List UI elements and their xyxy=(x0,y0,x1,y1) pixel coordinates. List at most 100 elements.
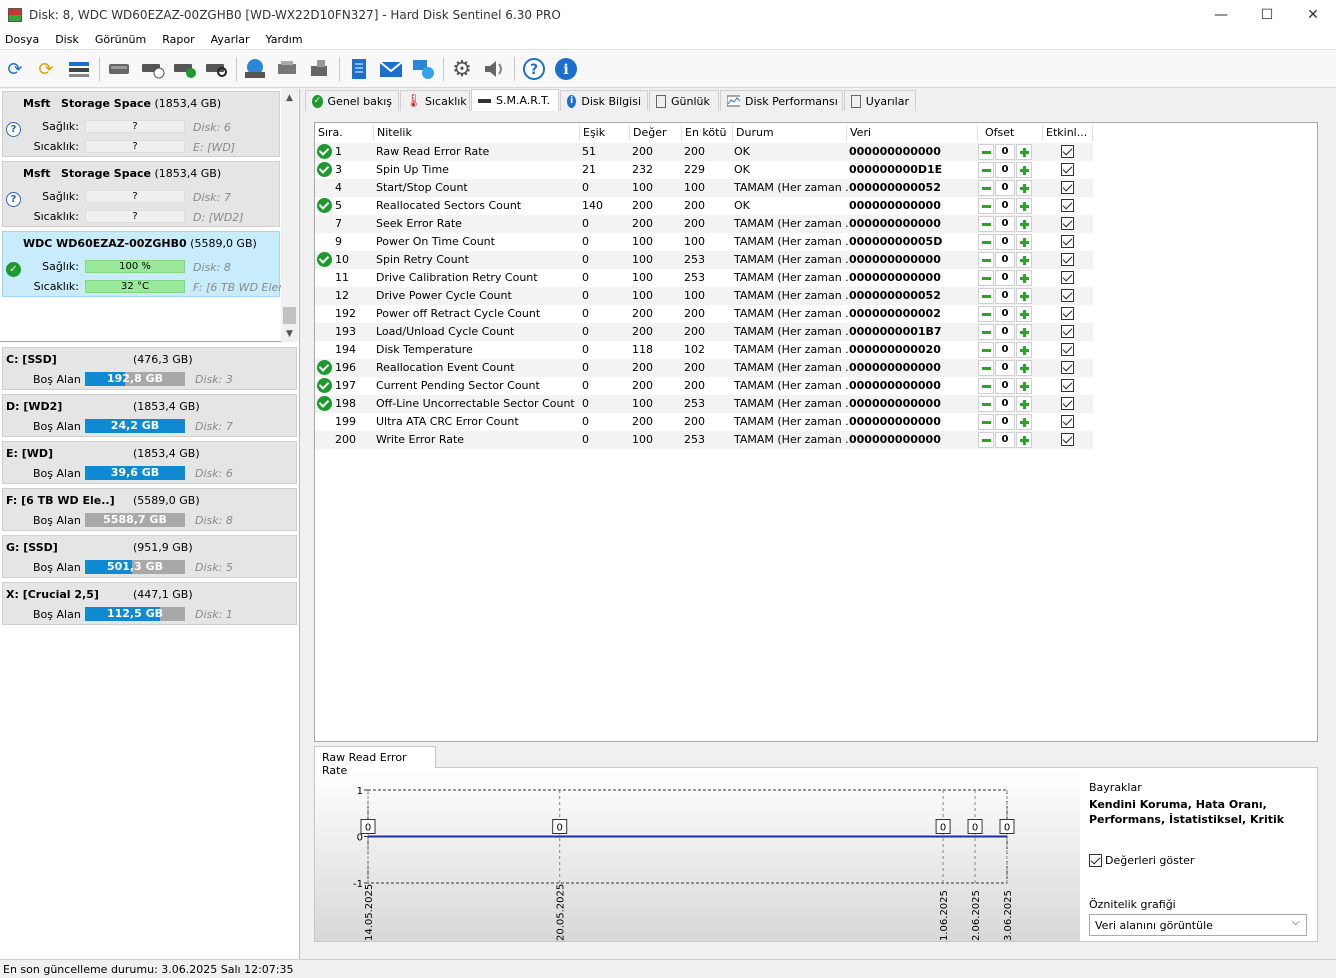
volume-card[interactable]: D: [WD2] (1853,4 GB) Boş Alan 24,2 GB Disk: … xyxy=(2,394,297,437)
disk-icon[interactable] xyxy=(106,56,132,82)
disk-card[interactable]: Msft Storage Space (1853,4 GB) ? Sağlık:… xyxy=(2,161,280,227)
column-header-threshold[interactable]: Eşik xyxy=(583,126,605,139)
notepad-icon[interactable] xyxy=(346,56,372,82)
plus-icon[interactable] xyxy=(1016,180,1032,196)
minus-icon[interactable] xyxy=(978,414,994,430)
smart-row[interactable]: 12 Drive Power Cycle Count 0 100 100 TAMAM (H… xyxy=(315,287,1093,305)
offset-value[interactable]: 0 xyxy=(995,252,1015,268)
enabled-checkbox[interactable] xyxy=(1061,181,1074,194)
smart-row[interactable]: 198 Off-Line Uncorrectable Sector Count 0 1… xyxy=(315,395,1093,413)
smart-row[interactable]: 199 Ultra ATA CRC Error Count 0 200 200 TAMAM… xyxy=(315,413,1093,431)
enabled-checkbox[interactable] xyxy=(1061,433,1074,446)
disk-list-scrollbar[interactable]: ▲ ▼ xyxy=(281,89,298,342)
plus-icon[interactable] xyxy=(1016,162,1032,178)
refresh-warning-icon[interactable]: ⟳ xyxy=(33,56,59,82)
globe-disk-icon[interactable] xyxy=(242,56,268,82)
plus-icon[interactable] xyxy=(1016,288,1032,304)
offset-value[interactable]: 0 xyxy=(995,270,1015,286)
speaker-icon[interactable] xyxy=(481,56,507,82)
offset-value[interactable]: 0 xyxy=(995,342,1015,358)
disk-card[interactable]: Msft Storage Space (1853,4 GB) ? Sağlık:… xyxy=(2,91,280,157)
tab-smart[interactable]: S.M.A.R.T. xyxy=(471,89,559,111)
minus-icon[interactable] xyxy=(978,288,994,304)
gear-icon[interactable]: ⚙ xyxy=(449,56,475,82)
plus-icon[interactable] xyxy=(1016,360,1032,376)
enabled-checkbox[interactable] xyxy=(1061,361,1074,374)
offset-value[interactable]: 0 xyxy=(995,234,1015,250)
smart-row[interactable]: 9 Power On Time Count 0 100 100 TAMAM (Her za… xyxy=(315,233,1093,251)
offset-value[interactable]: 0 xyxy=(995,144,1015,160)
enabled-checkbox[interactable] xyxy=(1061,379,1074,392)
tab-alerts[interactable]: Uyarılar xyxy=(844,90,916,111)
column-header-offset[interactable]: Ofset xyxy=(985,126,1014,139)
info-icon[interactable]: i xyxy=(553,56,579,82)
minus-icon[interactable] xyxy=(978,378,994,394)
offset-value[interactable]: 0 xyxy=(995,306,1015,322)
minus-icon[interactable] xyxy=(978,144,994,160)
plus-icon[interactable] xyxy=(1016,378,1032,394)
smart-row[interactable]: 7 Seek Error Rate 0 200 200 TAMAM (Her zaman … xyxy=(315,215,1093,233)
offset-value[interactable]: 0 xyxy=(995,414,1015,430)
offset-value[interactable]: 0 xyxy=(995,396,1015,412)
minus-icon[interactable] xyxy=(978,234,994,250)
plus-icon[interactable] xyxy=(1016,270,1032,286)
tab-attribute-graph[interactable]: Raw Read Error Rate xyxy=(314,746,436,777)
smart-row[interactable]: 196 Reallocation Event Count 0 200 200 TAMAM … xyxy=(315,359,1093,377)
plus-icon[interactable] xyxy=(1016,198,1032,214)
plus-icon[interactable] xyxy=(1016,216,1032,232)
offset-value[interactable]: 0 xyxy=(995,360,1015,376)
plus-icon[interactable] xyxy=(1016,342,1032,358)
menu-file[interactable]: Dosya xyxy=(0,33,50,46)
offset-value[interactable]: 0 xyxy=(995,180,1015,196)
enabled-checkbox[interactable] xyxy=(1061,325,1074,338)
tab-log[interactable]: Günlük xyxy=(649,90,719,111)
volume-card[interactable]: X: [Crucial 2,5] (447,1 GB) Boş Alan 112,5 … xyxy=(2,582,297,625)
enabled-checkbox[interactable] xyxy=(1061,289,1074,302)
smart-row[interactable]: 200 Write Error Rate 0 100 253 TAMAM (Her zam… xyxy=(315,431,1093,449)
scroll-thumb[interactable] xyxy=(283,307,296,324)
column-header-value[interactable]: Değer xyxy=(633,126,667,139)
offset-value[interactable]: 0 xyxy=(995,216,1015,232)
offset-value[interactable]: 0 xyxy=(995,288,1015,304)
plus-icon[interactable] xyxy=(1016,432,1032,448)
tab-temperature[interactable]: 🌡 Sıcaklık xyxy=(400,90,470,111)
smart-row[interactable]: 1 Raw Read Error Rate 51 200 200 OK 0000000000… xyxy=(315,143,1093,161)
usb-disk-icon[interactable] xyxy=(306,56,332,82)
plus-icon[interactable] xyxy=(1016,324,1032,340)
menu-settings[interactable]: Ayarlar xyxy=(206,33,261,46)
smart-row[interactable]: 11 Drive Calibration Retry Count 0 100 253 TA… xyxy=(315,269,1093,287)
offset-value[interactable]: 0 xyxy=(995,162,1015,178)
minimize-button[interactable]: — xyxy=(1198,0,1244,30)
minus-icon[interactable] xyxy=(978,396,994,412)
column-header-attribute[interactable]: Nitelik xyxy=(377,126,412,139)
graph-type-select[interactable]: Veri alanını görüntüle ⌵ xyxy=(1089,914,1307,936)
offset-value[interactable]: 0 xyxy=(995,378,1015,394)
plus-icon[interactable] xyxy=(1016,144,1032,160)
disk-clock-icon[interactable] xyxy=(140,56,166,82)
mail-icon[interactable] xyxy=(378,56,404,82)
minus-icon[interactable] xyxy=(978,198,994,214)
minus-icon[interactable] xyxy=(978,216,994,232)
network-disk-icon[interactable] xyxy=(274,56,300,82)
disk-list-icon[interactable] xyxy=(66,56,92,82)
plus-icon[interactable] xyxy=(1016,234,1032,250)
minus-icon[interactable] xyxy=(978,306,994,322)
smart-row[interactable]: 192 Power off Retract Cycle Count 0 200 200 T… xyxy=(315,305,1093,323)
column-header-status[interactable]: Durum xyxy=(736,126,774,139)
enabled-checkbox[interactable] xyxy=(1061,145,1074,158)
enabled-checkbox[interactable] xyxy=(1061,253,1074,266)
smart-row[interactable]: 4 Start/Stop Count 0 100 100 TAMAM (Her zaman… xyxy=(315,179,1093,197)
minus-icon[interactable] xyxy=(978,270,994,286)
enabled-checkbox[interactable] xyxy=(1061,307,1074,320)
enabled-checkbox[interactable] xyxy=(1061,415,1074,428)
plus-icon[interactable] xyxy=(1016,396,1032,412)
tab-disk-info[interactable]: i Disk Bilgisi xyxy=(560,90,648,111)
plus-icon[interactable] xyxy=(1016,252,1032,268)
enabled-checkbox[interactable] xyxy=(1061,343,1074,356)
minus-icon[interactable] xyxy=(978,360,994,376)
tab-overview[interactable]: ✓ Genel bakış xyxy=(305,90,399,111)
refresh-icon[interactable]: ⟳ xyxy=(2,56,28,82)
menu-report[interactable]: Rapor xyxy=(157,33,205,46)
minus-icon[interactable] xyxy=(978,324,994,340)
help-icon[interactable]: ? xyxy=(521,56,547,82)
